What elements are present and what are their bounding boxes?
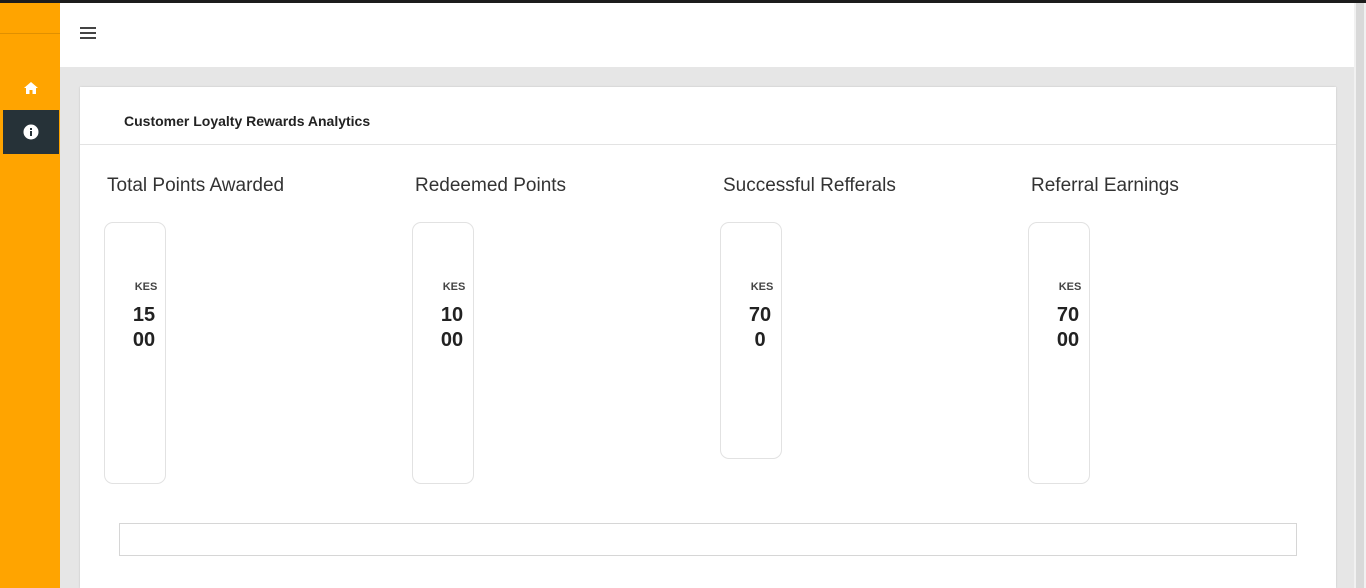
metric-label-total-points: Total Points Awarded xyxy=(107,175,285,196)
metric-label-successful-referrals: Successful Refferals xyxy=(723,175,896,196)
metric-currency: KES xyxy=(750,281,774,293)
analytics-card: Customer Loyalty Rewards Analytics Total… xyxy=(80,87,1336,588)
metric-box-total-points: KES 1500 xyxy=(104,222,166,484)
metric-value: 1000 xyxy=(440,304,464,351)
metric-box-referral-earnings: KES 7000 xyxy=(1028,222,1090,484)
home-icon xyxy=(24,82,38,94)
metric-currency: KES xyxy=(1058,281,1082,293)
sidebar-divider xyxy=(0,33,60,34)
sidebar xyxy=(0,3,60,588)
sidebar-item-info[interactable] xyxy=(3,110,59,154)
metric-label-referral-earnings: Referral Earnings xyxy=(1031,175,1179,196)
metric-value: 7000 xyxy=(1056,304,1080,351)
info-icon xyxy=(23,124,39,140)
metric-label-redeemed-points: Redeemed Points xyxy=(415,175,567,196)
hamburger-menu-icon[interactable] xyxy=(80,27,98,41)
top-header xyxy=(60,3,1354,67)
scrollbar-thumb[interactable] xyxy=(1356,3,1364,588)
bottom-panel xyxy=(119,523,1297,556)
metric-currency: KES xyxy=(442,281,466,293)
scrollbar[interactable] xyxy=(1354,3,1366,588)
metric-box-successful-referrals: KES 700 xyxy=(720,222,782,459)
metric-value: 1500 xyxy=(132,304,156,351)
sidebar-item-home[interactable] xyxy=(3,66,59,110)
card-title: Customer Loyalty Rewards Analytics xyxy=(124,113,371,129)
metric-currency: KES xyxy=(134,281,158,293)
metric-box-redeemed-points: KES 1000 xyxy=(412,222,474,484)
card-divider xyxy=(80,144,1336,145)
metric-value: 700 xyxy=(748,304,772,351)
